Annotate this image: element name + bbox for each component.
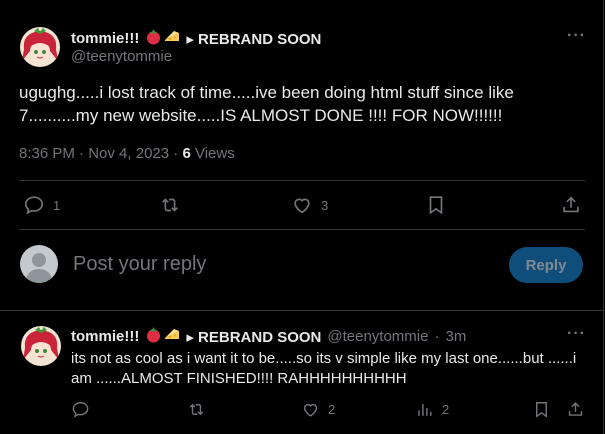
views-count: 6 — [182, 145, 191, 162]
tomato-emoji-icon — [145, 28, 162, 49]
avatar[interactable] — [21, 326, 61, 366]
timeline-column: tommie!!! ▸ REBRAND SOON @teenytommie ··… — [0, 0, 604, 434]
more-icon[interactable]: ··· — [567, 27, 586, 45]
like-icon — [291, 194, 313, 216]
retweet-button[interactable] — [159, 194, 181, 216]
bookmark-icon — [532, 400, 551, 419]
default-avatar-icon[interactable] — [20, 245, 58, 283]
views-count: 2 — [442, 402, 450, 417]
author-handle[interactable]: @teenytommie — [71, 48, 172, 65]
bookmark-icon — [425, 194, 447, 216]
retweet-button[interactable] — [187, 400, 206, 419]
bookmark-button[interactable] — [532, 400, 551, 419]
retweet-icon — [159, 194, 181, 216]
like-button[interactable]: 3 — [291, 194, 328, 216]
display-name[interactable]: tommie!!! — [71, 30, 139, 47]
tweet-age[interactable]: 3m — [445, 328, 466, 345]
reply-submit-button[interactable]: Reply — [509, 247, 583, 283]
views-icon — [415, 400, 434, 419]
like-icon — [301, 400, 320, 419]
meta-separator: · — [173, 145, 179, 162]
cheese-emoji-icon — [164, 28, 181, 49]
reply-icon — [71, 400, 90, 419]
rebrand-badge: ▸ REBRAND SOON — [186, 30, 322, 48]
meta-separator: · — [434, 328, 440, 345]
like-count: 2 — [328, 402, 336, 417]
views-label: Views — [194, 145, 235, 162]
author-name-row[interactable]: tommie!!! ▸ REBRAND SOON @teenytommie · … — [71, 326, 466, 347]
tweet-text: ugughg.....i lost track of time.....ive … — [19, 83, 514, 125]
retweet-icon — [187, 400, 206, 419]
share-button[interactable] — [566, 400, 585, 419]
author-name-row[interactable]: tommie!!! ▸ REBRAND SOON — [71, 28, 321, 49]
share-icon — [566, 400, 585, 419]
tweet-text: its not as cool as i want it to be.....s… — [71, 350, 577, 387]
bookmark-button[interactable] — [425, 194, 447, 216]
tomato-emoji-icon — [145, 326, 162, 347]
divider — [19, 180, 585, 181]
reply-count: 1 — [53, 197, 61, 213]
share-button[interactable] — [560, 194, 582, 216]
like-button[interactable]: 2 — [301, 400, 335, 419]
meta-separator: · — [79, 145, 85, 162]
divider — [19, 229, 585, 230]
reply-button[interactable]: 1 — [23, 194, 60, 216]
views-button[interactable]: 2 — [415, 400, 449, 419]
display-name[interactable]: tommie!!! — [71, 328, 139, 345]
cheese-emoji-icon — [164, 326, 181, 347]
avatar[interactable] — [20, 27, 60, 67]
rebrand-badge: ▸ REBRAND SOON — [186, 328, 322, 346]
reply-button[interactable] — [71, 400, 90, 419]
tweet-date[interactable]: Nov 4, 2023 — [88, 145, 169, 162]
like-count: 3 — [321, 197, 329, 213]
tweet-meta: 8:36 PM · Nov 4, 2023 · 6 Views — [19, 145, 235, 162]
share-icon — [560, 194, 582, 216]
reply-input[interactable]: Post your reply — [73, 253, 206, 276]
author-handle[interactable]: @teenytommie — [327, 328, 428, 345]
tweet-time[interactable]: 8:36 PM — [19, 145, 75, 162]
reply-icon — [23, 194, 45, 216]
more-icon[interactable]: ··· — [567, 325, 586, 343]
divider — [0, 310, 604, 311]
